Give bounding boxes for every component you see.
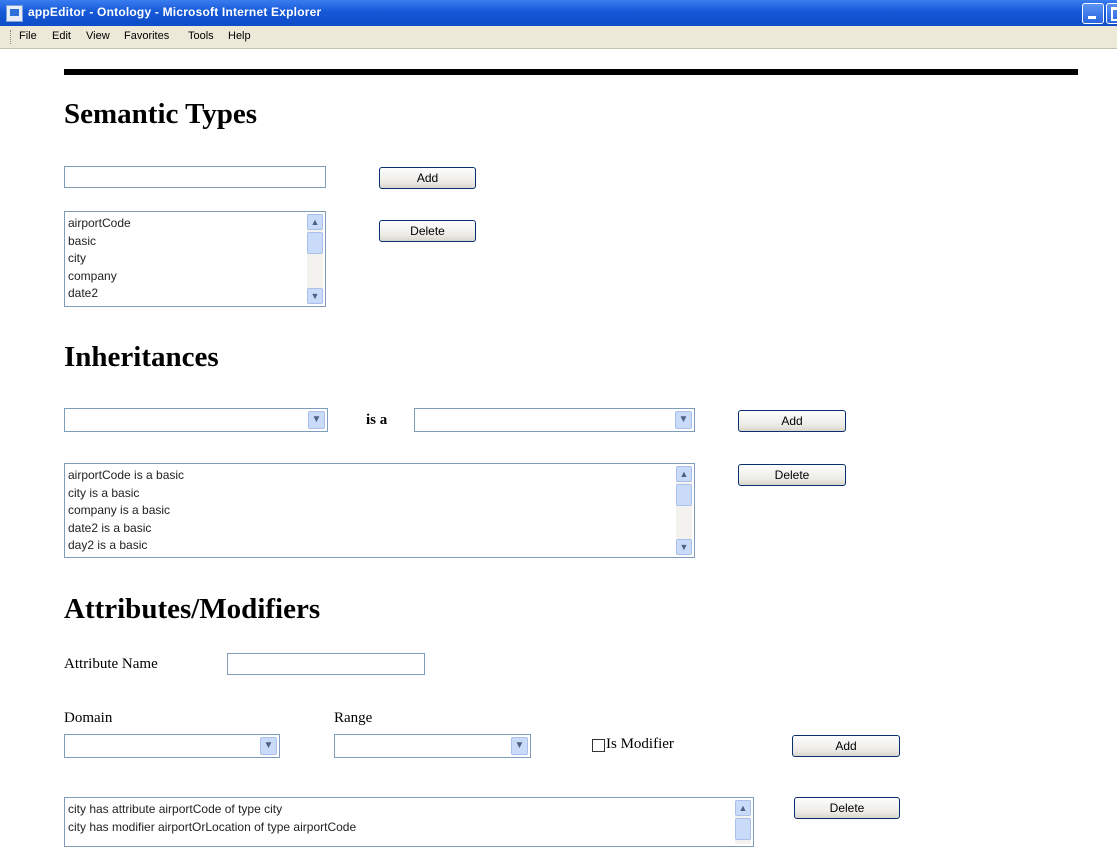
list-item[interactable]: airportCode [68,215,303,233]
menu-view[interactable]: View [86,30,110,42]
scroll-thumb[interactable] [676,484,692,506]
list-item[interactable]: date2 is a basic [68,520,672,538]
scroll-down-icon[interactable]: ▼ [676,539,692,555]
list-item[interactable]: company is a basic [68,502,672,520]
scroll-thumb[interactable] [735,818,751,840]
minimize-button[interactable] [1082,3,1104,24]
chevron-down-icon[interactable]: ▼ [308,411,325,429]
list-item[interactable]: city is a basic [68,485,672,503]
attribute-name-input[interactable] [227,653,425,675]
list-item[interactable]: day2 is a basic [68,537,672,555]
chevron-down-icon[interactable]: ▼ [511,737,528,755]
list-item[interactable]: company [68,268,303,286]
list-item[interactable]: city has modifier airportOrLocation of t… [68,819,731,837]
inheritances-heading: Inheritances [64,341,219,373]
attribute-add-button[interactable]: Add [792,735,900,757]
semantic-type-input[interactable] [64,166,326,188]
menu-file[interactable]: File [19,30,37,42]
scroll-up-icon[interactable]: ▲ [307,214,323,230]
inheritance-delete-button[interactable]: Delete [738,464,846,486]
toolbar-grip[interactable] [10,30,13,44]
semantic-types-heading: Semantic Types [64,98,258,130]
scroll-up-icon[interactable]: ▲ [735,800,751,816]
domain-label: Domain [64,710,113,726]
semantic-type-delete-button[interactable]: Delete [379,220,476,242]
semantic-types-listbox[interactable]: airportCode basic city company date2 ▲ ▼ [64,211,326,307]
attributes-listbox[interactable]: city has attribute airportCode of type c… [64,797,754,847]
list-item[interactable]: city has attribute airportCode of type c… [68,801,731,819]
chevron-down-icon[interactable]: ▼ [675,411,692,429]
menu-help[interactable]: Help [228,30,251,42]
inheritance-add-button[interactable]: Add [738,410,846,432]
maximize-button[interactable] [1106,3,1117,24]
menu-tools[interactable]: Tools [188,30,214,42]
semantic-type-add-button[interactable]: Add [379,167,476,189]
menu-edit[interactable]: Edit [52,30,71,42]
menu-favorites[interactable]: Favorites [124,30,169,42]
attributes-heading: Attributes/Modifiers [64,593,321,625]
list-item[interactable]: date2 [68,285,303,303]
scrollbar[interactable]: ▲ [735,800,751,844]
window-title: appEditor - Ontology - Microsoft Interne… [28,5,322,19]
scroll-up-icon[interactable]: ▲ [676,466,692,482]
ie-app-icon[interactable] [6,5,23,22]
domain-select[interactable]: ▼ [64,734,280,758]
scroll-down-icon[interactable]: ▼ [307,288,323,304]
range-select[interactable]: ▼ [334,734,531,758]
is-modifier-label: Is Modifier [606,736,674,752]
scrollbar[interactable]: ▲ ▼ [676,466,692,555]
is-a-label: is a [366,412,388,428]
menu-bar: File Edit View Favorites Tools Help [0,26,1117,49]
attribute-name-label: Attribute Name [64,656,158,672]
inheritance-child-select[interactable]: ▼ [64,408,328,432]
header-rule [64,69,1078,75]
list-item[interactable]: city [68,250,303,268]
scroll-thumb[interactable] [307,232,323,254]
semantic-types-items: airportCode basic city company date2 [68,215,303,303]
list-item[interactable]: basic [68,233,303,251]
inheritances-listbox[interactable]: airportCode is a basic city is a basic c… [64,463,695,558]
list-item[interactable]: airportCode is a basic [68,467,672,485]
attribute-delete-button[interactable]: Delete [794,797,900,819]
inheritance-parent-select[interactable]: ▼ [414,408,695,432]
inheritances-items: airportCode is a basic city is a basic c… [68,467,672,555]
range-label: Range [334,710,373,726]
is-modifier-checkbox[interactable] [592,739,605,752]
scrollbar[interactable]: ▲ ▼ [307,214,323,304]
window-titlebar: appEditor - Ontology - Microsoft Interne… [0,0,1117,26]
chevron-down-icon[interactable]: ▼ [260,737,277,755]
